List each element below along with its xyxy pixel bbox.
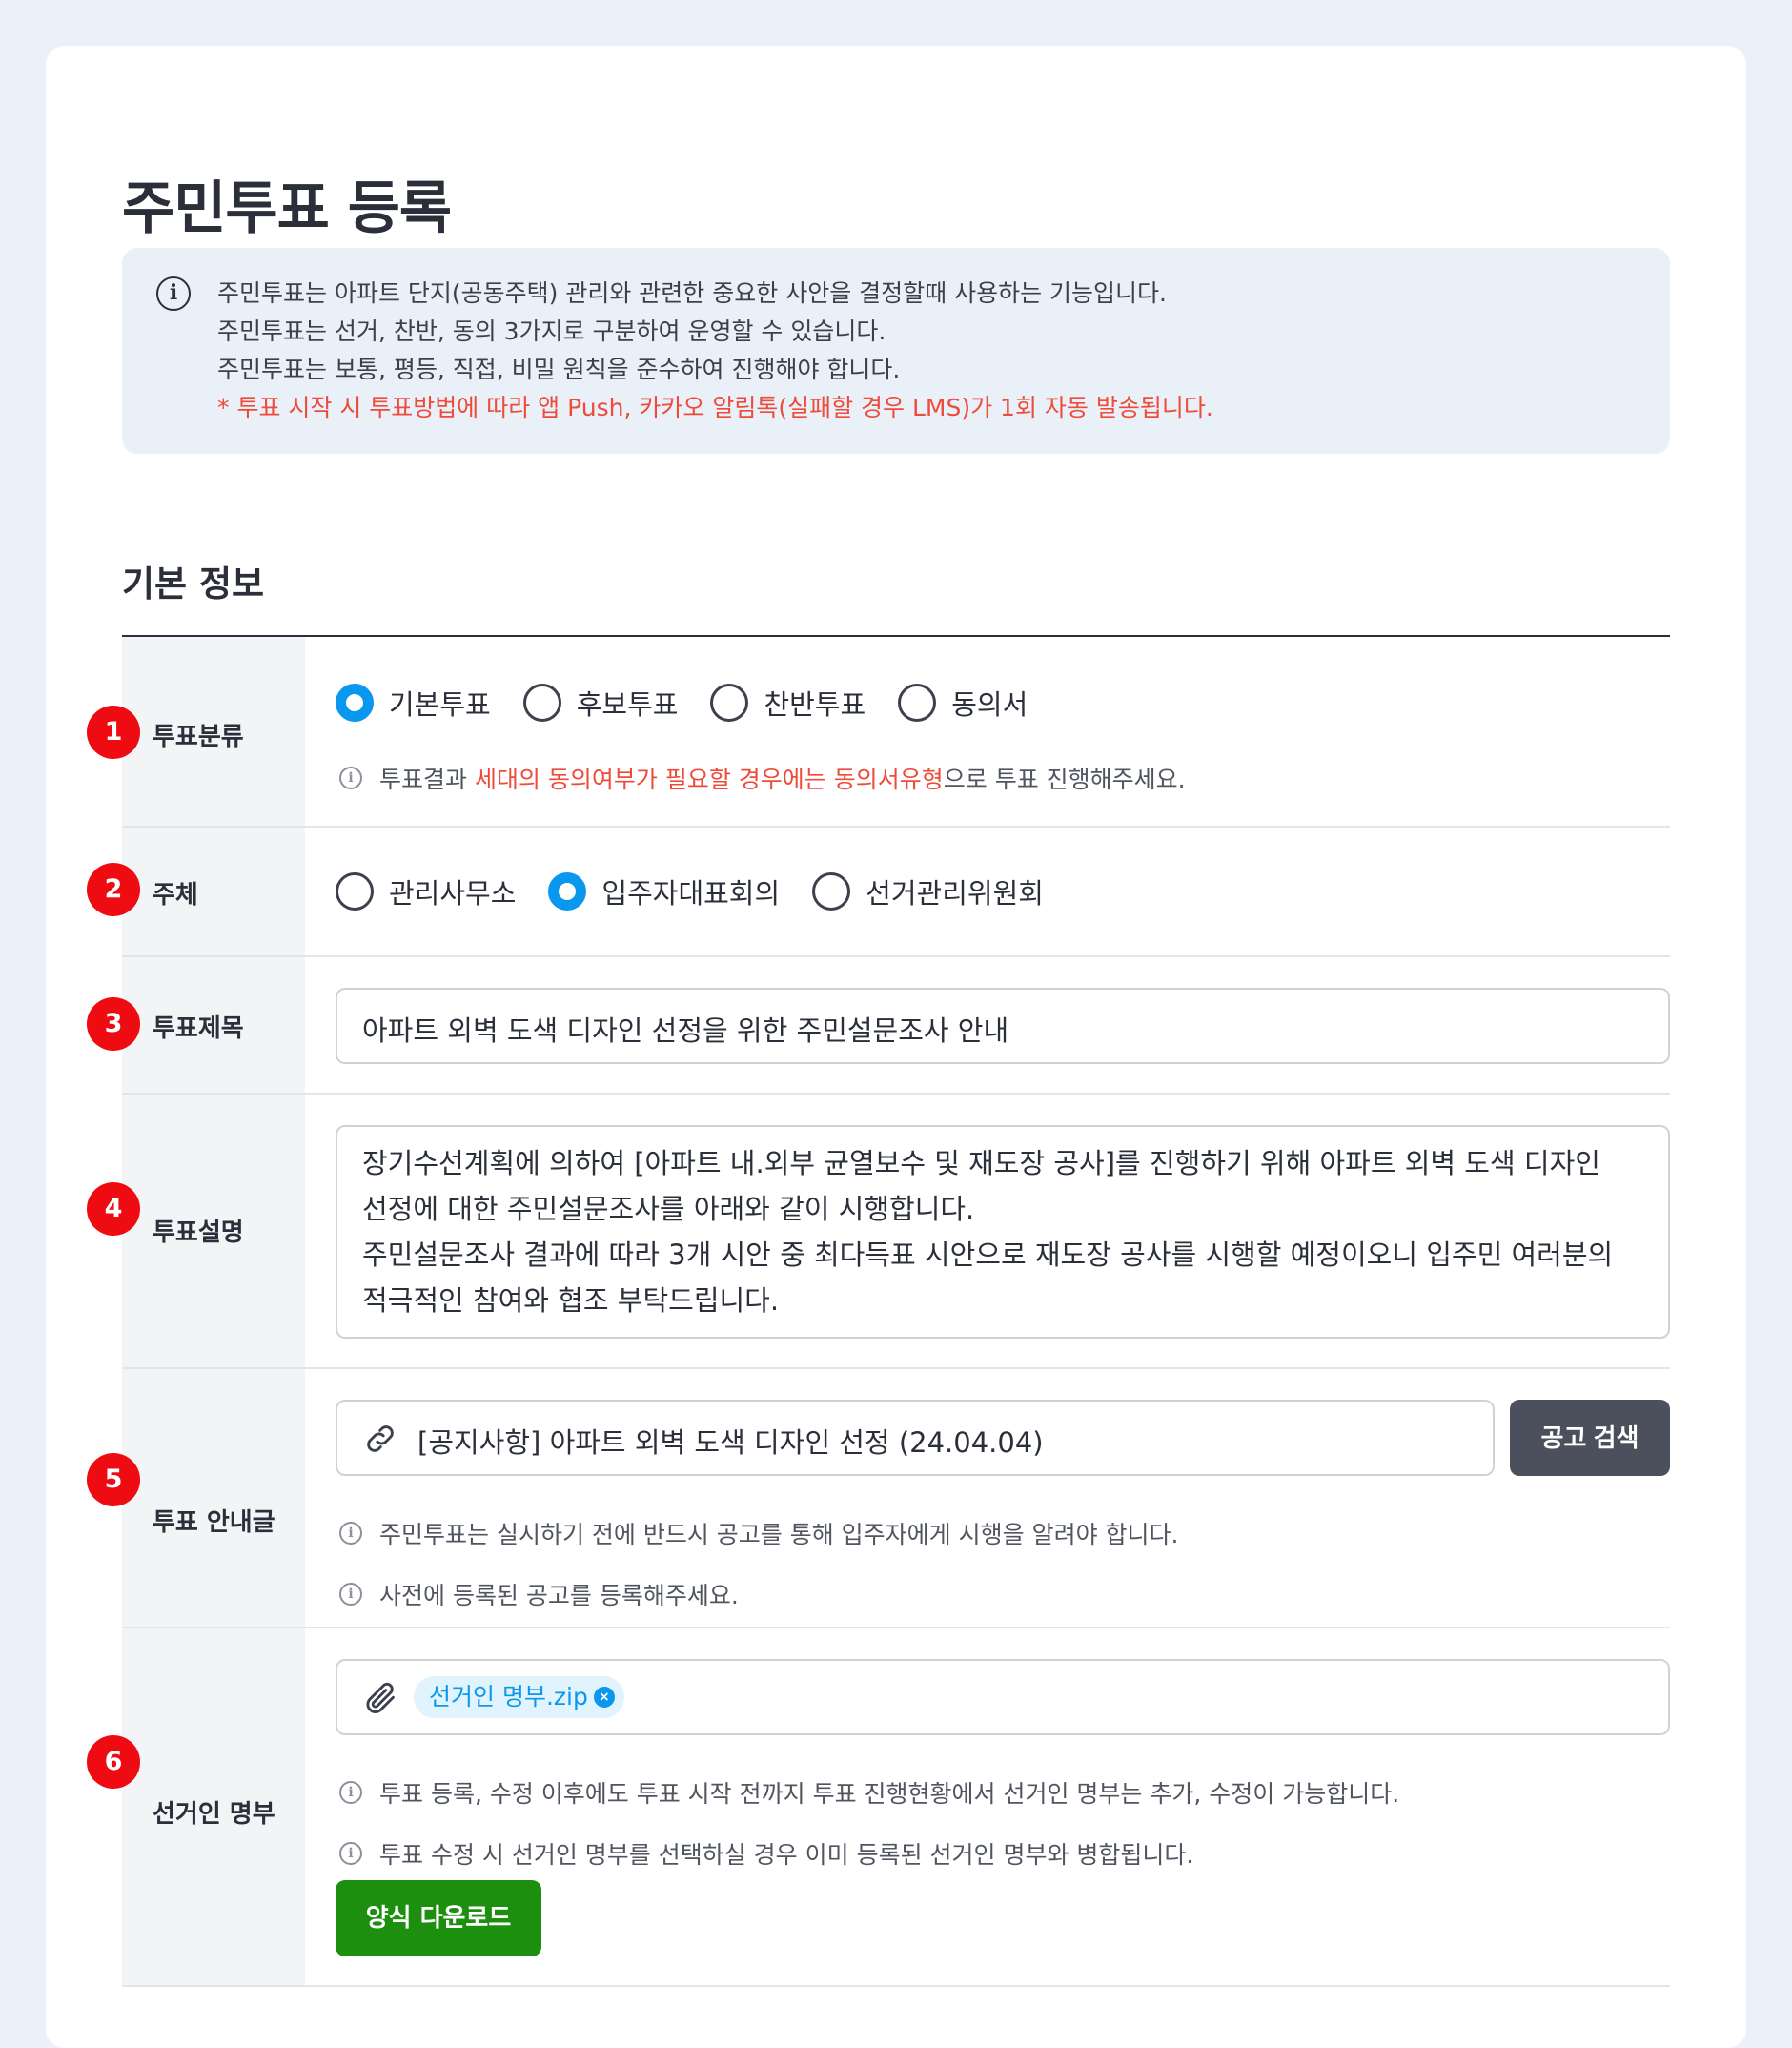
- vote-title-input[interactable]: 아파트 외벽 도색 디자인 선정을 위한 주민설문조사 안내: [336, 988, 1670, 1064]
- notice-warning-line: * 투표 시작 시 투표방법에 따라 앱 Push, 카카오 알림톡(실패할 경…: [217, 394, 1213, 421]
- radio-selected-icon[interactable]: [336, 684, 374, 722]
- radio-election-committee[interactable]: 선거관리위원회: [812, 871, 1044, 911]
- subject-radio-group: 관리사무소 입주자대표회의 선거관리위원회: [336, 871, 1076, 911]
- step-badge: 6: [87, 1735, 140, 1789]
- page-title: 주민투표 등록: [122, 175, 452, 242]
- radio-icon[interactable]: [710, 684, 749, 722]
- vote-category-radio-group: 기본투표 후보투표 찬반투표 동의서: [336, 683, 1060, 723]
- link-icon: [362, 1421, 398, 1461]
- download-template-button[interactable]: 양식 다운로드: [336, 1880, 541, 1956]
- notice-box: i 주민투표는 아파트 단지(공동주택) 관리와 관련한 중요한 사안을 결정할…: [122, 248, 1670, 454]
- row-vote-category: 1 투표분류 기본투표 후보투표 찬반투표 동의서 i 투표결과 세대의 동의여…: [87, 637, 1670, 828]
- row-voter-list: 6 선거인 명부 선거인 명부.zip × i 투표 등록, 수정 이후에도 투…: [87, 1628, 1670, 1987]
- radio-residents-council[interactable]: 입주자대표회의: [548, 871, 780, 911]
- radio-icon[interactable]: [522, 684, 561, 722]
- voter-list-hint: i 투표 등록, 수정 이후에도 투표 시작 전까지 투표 진행현황에서 선거인…: [339, 1775, 1399, 1810]
- step-badge: 1: [87, 706, 140, 759]
- info-icon: i: [339, 1522, 362, 1545]
- field-label: 투표제목: [153, 1014, 244, 1043]
- row-vote-description: 4 투표설명 장기수선계획에 의하여 [아파트 내.외부 균열보수 및 재도장 …: [87, 1095, 1670, 1369]
- info-icon: i: [339, 1842, 362, 1865]
- voter-list-hint: i 투표 수정 시 선거인 명부를 선택하실 경우 이미 등록된 선거인 명부와…: [339, 1836, 1193, 1871]
- row-subject: 2 주체 관리사무소 입주자대표회의 선거관리위원회: [87, 828, 1670, 957]
- notice-line: 주민투표는 아파트 단지(공동주택) 관리와 관련한 중요한 사안을 결정할때 …: [217, 279, 1167, 307]
- paperclip-icon: [362, 1680, 398, 1720]
- voter-list-attachment-field[interactable]: 선거인 명부.zip ×: [336, 1659, 1670, 1735]
- field-label: 투표 안내글: [153, 1508, 275, 1537]
- notice-hint: i 사전에 등록된 공고를 등록해주세요.: [339, 1577, 739, 1611]
- step-badge: 2: [87, 863, 140, 916]
- vote-description-textarea[interactable]: 장기수선계획에 의하여 [아파트 내.외부 균열보수 및 재도장 공사]를 진행…: [336, 1125, 1670, 1339]
- info-icon: i: [339, 1583, 362, 1606]
- radio-yes-no-vote[interactable]: 찬반투표: [710, 683, 865, 723]
- field-label: 주체: [153, 881, 198, 910]
- radio-candidate-vote[interactable]: 후보투표: [522, 683, 678, 723]
- notice-line: 주민투표는 보통, 평등, 직접, 비밀 원칙을 준수하여 진행해야 합니다.: [217, 356, 901, 383]
- radio-icon[interactable]: [898, 684, 937, 722]
- remove-file-icon[interactable]: ×: [593, 1687, 615, 1708]
- radio-consent-form[interactable]: 동의서: [898, 683, 1028, 723]
- step-badge: 3: [87, 997, 140, 1051]
- row-vote-title: 3 투표제목 아파트 외벽 도색 디자인 선정을 위한 주민설문조사 안내: [87, 957, 1670, 1095]
- radio-basic-vote[interactable]: 기본투표: [336, 683, 491, 723]
- info-icon: i: [339, 1781, 362, 1804]
- info-icon: i: [339, 767, 362, 789]
- field-label: 투표설명: [153, 1219, 244, 1247]
- section-title: 기본 정보: [122, 563, 265, 604]
- form-card: 주민투표 등록 i 주민투표는 아파트 단지(공동주택) 관리와 관련한 중요한…: [46, 46, 1746, 2048]
- notice-link-field[interactable]: [공지사항] 아파트 외벽 도색 디자인 선정 (24.04.04): [336, 1400, 1495, 1476]
- field-label: 선거인 명부: [153, 1800, 275, 1829]
- radio-management-office[interactable]: 관리사무소: [336, 871, 516, 911]
- radio-icon[interactable]: [812, 872, 851, 911]
- step-badge: 4: [87, 1182, 140, 1236]
- radio-icon[interactable]: [336, 872, 374, 911]
- notice-hint: i 주민투표는 실시하기 전에 반드시 공고를 통해 입주자에게 시행을 알려야…: [339, 1516, 1178, 1550]
- row-vote-notice: 5 투표 안내글 [공지사항] 아파트 외벽 도색 디자인 선정 (24.04.…: [87, 1369, 1670, 1628]
- step-badge: 5: [87, 1453, 140, 1506]
- notice-search-button[interactable]: 공고 검색: [1510, 1400, 1670, 1476]
- attached-file-chip: 선거인 명부.zip ×: [414, 1676, 624, 1718]
- notice-line: 주민투표는 선거, 찬반, 동의 3가지로 구분하여 운영할 수 있습니다.: [217, 317, 886, 345]
- info-icon: i: [156, 276, 191, 311]
- radio-selected-icon[interactable]: [548, 872, 587, 911]
- field-label: 투표분류: [153, 723, 244, 751]
- category-hint: i 투표결과 세대의 동의여부가 필요할 경우에는 동의서유형으로 투표 진행해…: [339, 761, 1186, 795]
